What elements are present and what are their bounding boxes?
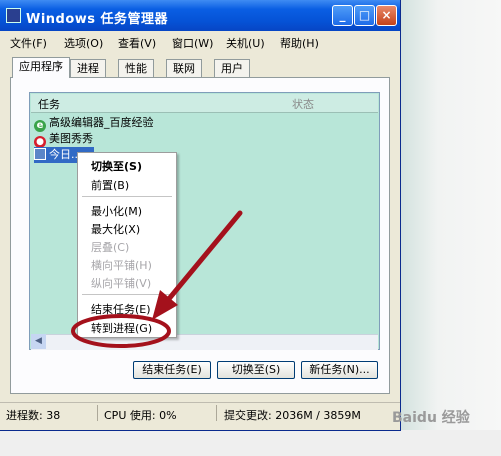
baidu-watermark: Baidu 经验	[392, 410, 470, 426]
annotation-arrow-shaft	[165, 210, 243, 303]
highlight-circle	[71, 314, 171, 348]
annotation-overlay	[71, 210, 243, 348]
tab-applications[interactable]: 应用程序	[12, 57, 70, 78]
